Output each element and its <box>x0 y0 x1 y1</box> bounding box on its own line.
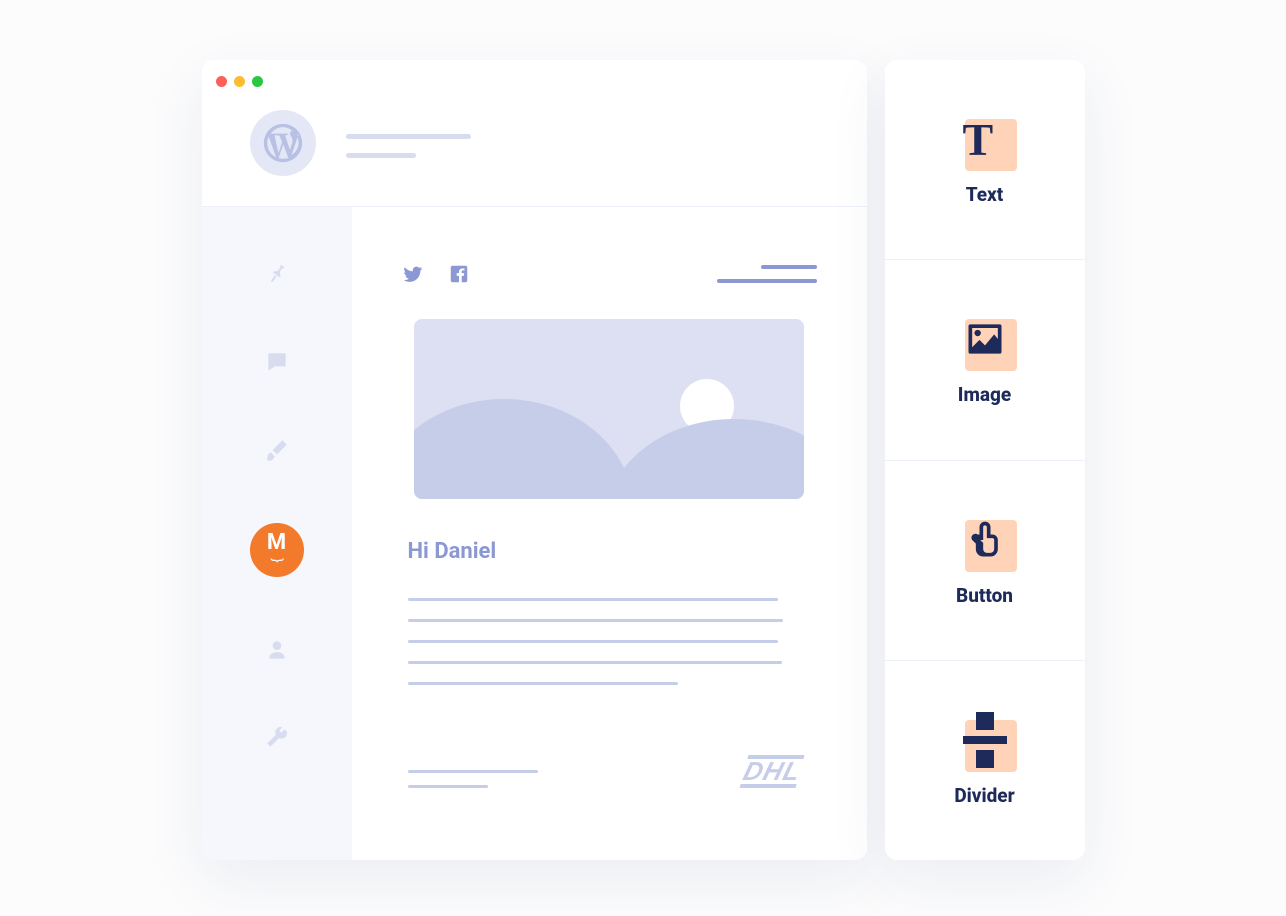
hero-image-placeholder[interactable] <box>414 319 804 499</box>
window-titlebar <box>202 60 867 92</box>
footer-text-placeholder[interactable] <box>408 770 538 788</box>
user-icon <box>264 637 290 663</box>
email-footer: DHL <box>402 755 817 788</box>
sidebar-item-tools[interactable] <box>262 723 292 753</box>
email-canvas[interactable]: Hi Daniel DHL <box>352 207 867 860</box>
window-close-button[interactable] <box>216 76 227 87</box>
twitter-icon[interactable] <box>402 263 424 285</box>
sidebar-item-pin[interactable] <box>262 259 292 289</box>
block-label: Divider <box>954 784 1014 807</box>
divider-block-icon <box>959 714 1011 766</box>
sidebar-item-comments[interactable] <box>262 347 292 377</box>
admin-sidebar: M } <box>202 207 352 860</box>
social-row <box>402 263 470 285</box>
sidebar-item-appearance[interactable] <box>262 435 292 465</box>
block-button[interactable]: Button <box>885 461 1085 661</box>
pin-icon <box>264 261 290 287</box>
window-minimize-button[interactable] <box>234 76 245 87</box>
block-text[interactable]: T Text <box>885 60 1085 260</box>
header-meta-placeholder <box>717 265 817 283</box>
block-image[interactable]: Image <box>885 260 1085 460</box>
blocks-panel: T Text Image Button <box>885 60 1085 860</box>
text-block-icon: T <box>959 113 1011 165</box>
block-label: Button <box>956 584 1013 607</box>
top-bar <box>202 92 867 207</box>
image-block-icon <box>959 313 1011 365</box>
editor-window: M } <box>202 60 867 860</box>
sidebar-item-users[interactable] <box>262 635 292 665</box>
block-label: Image <box>958 383 1011 406</box>
wrench-icon <box>264 725 290 751</box>
header-placeholder-lines <box>346 134 471 158</box>
brush-icon <box>264 437 290 463</box>
button-block-icon <box>959 514 1011 566</box>
window-maximize-button[interactable] <box>252 76 263 87</box>
block-label: Text <box>966 183 1004 206</box>
facebook-icon[interactable] <box>448 263 470 285</box>
comment-icon <box>264 349 290 375</box>
sidebar-item-mailpoet[interactable]: M } <box>250 523 304 577</box>
greeting-text[interactable]: Hi Daniel <box>408 539 817 564</box>
block-divider[interactable]: Divider <box>885 661 1085 860</box>
body-text-placeholder[interactable] <box>408 598 811 685</box>
wordpress-icon <box>250 110 316 176</box>
footer-brand-logo: DHL <box>740 755 815 788</box>
mailpoet-logo: M <box>267 532 286 554</box>
